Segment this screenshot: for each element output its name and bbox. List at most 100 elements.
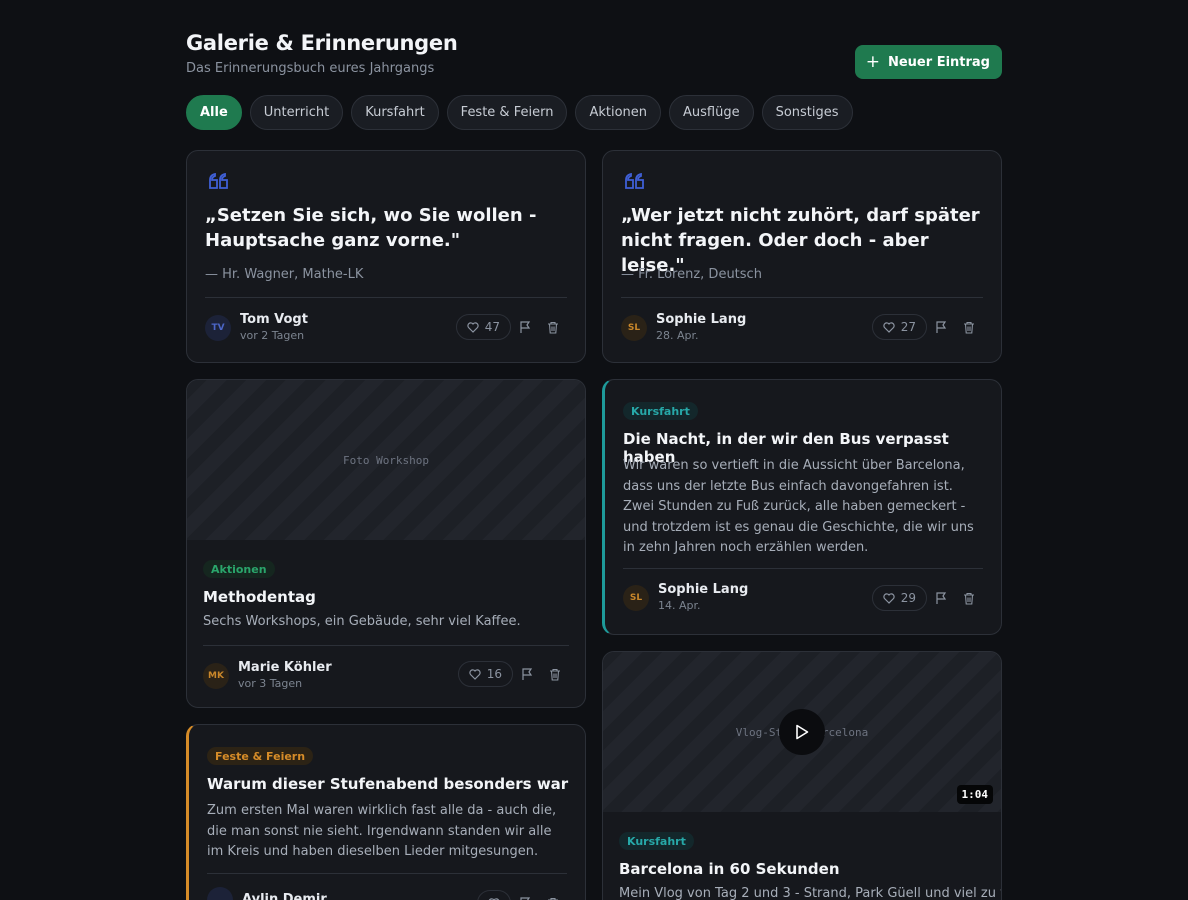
- story-card[interactable]: Kursfahrt Die Nacht, in der wir den Bus …: [602, 379, 1002, 635]
- card-actions: 47: [455, 314, 567, 340]
- like-count: 29: [900, 591, 916, 605]
- trash-icon: [550, 668, 560, 681]
- filter-chip-alle[interactable]: Alle: [186, 95, 242, 130]
- report-button[interactable]: [927, 585, 955, 611]
- post-time: vor 3 Tagen: [238, 677, 303, 690]
- plus-icon: +: [865, 51, 880, 72]
- like-count: 16: [486, 667, 502, 681]
- trash-icon: [964, 321, 974, 334]
- quote-icon: [625, 173, 644, 189]
- author: TV Tom Vogt vor 2 Tagen: [205, 312, 308, 344]
- card-body: Zum ersten Mal waren wirklich fast alle …: [207, 803, 557, 859]
- quote-text: „Setzen Sie sich, wo Sie wollen - Haupts…: [205, 205, 537, 251]
- avatar: [207, 887, 233, 900]
- like-button[interactable]: 47: [455, 314, 511, 340]
- author: MK Marie Köhler vor 3 Tagen: [203, 660, 332, 692]
- heart-icon: [883, 592, 895, 604]
- page-header: Galerie & Erinnerungen Das Erinnerungsbu…: [186, 0, 1002, 95]
- flag-icon: [522, 667, 533, 680]
- page-title: Galerie & Erinnerungen: [186, 31, 458, 55]
- author-name: Marie Köhler: [238, 660, 332, 675]
- heart-icon: [467, 321, 479, 333]
- divider: [207, 873, 567, 874]
- card-actions: 27: [871, 314, 983, 340]
- category-tag: Aktionen: [203, 560, 275, 578]
- author-name: Aylin Demir: [242, 892, 327, 900]
- report-button[interactable]: [513, 661, 541, 687]
- card-body: Sechs Workshops, ein Gebäude, sehr viel …: [203, 614, 521, 629]
- filter-chip-feste[interactable]: Feste & Feiern: [446, 95, 568, 130]
- card-body: Wir waren so vertieft in die Aussicht üb…: [623, 458, 974, 555]
- gallery-page: Galerie & Erinnerungen Das Erinnerungsbu…: [0, 0, 1188, 900]
- avatar: SL: [623, 585, 649, 611]
- avatar: MK: [203, 663, 229, 689]
- delete-button[interactable]: [539, 314, 567, 340]
- new-entry-label: Neuer Eintrag: [887, 54, 990, 70]
- quote-card: „Wer jetzt nicht zuhört, darf später nic…: [602, 150, 1002, 363]
- post-time: vor 2 Tagen: [240, 329, 305, 342]
- category-tag: Kursfahrt: [623, 402, 698, 420]
- author: SL Sophie Lang 28. Apr.: [621, 312, 746, 344]
- card-actions: 16: [457, 661, 569, 687]
- report-button[interactable]: [511, 314, 539, 340]
- divider: [203, 645, 569, 646]
- card-title: Barcelona in 60 Sekunden: [619, 860, 840, 878]
- flag-icon: [520, 320, 531, 333]
- delete-button[interactable]: [539, 890, 567, 900]
- quote-icon: [209, 173, 228, 189]
- filter-chip-kursfahrt[interactable]: Kursfahrt: [351, 95, 439, 130]
- trash-icon: [548, 897, 558, 900]
- story-card[interactable]: Feste & Feiern Warum dieser Stufenabend …: [186, 724, 586, 900]
- heart-icon: [469, 668, 481, 680]
- video-card[interactable]: Vlog-Still Barcelona 1:04 Kursfahrt Barc…: [602, 651, 1002, 900]
- like-button[interactable]: 27: [871, 314, 927, 340]
- post-time: 28. Apr.: [656, 329, 699, 342]
- page-subtitle: Das Erinnerungsbuch eures Jahrgangs: [186, 61, 435, 76]
- post-time: 14. Apr.: [658, 599, 701, 612]
- delete-button[interactable]: [541, 661, 569, 687]
- filter-chip-unterricht[interactable]: Unterricht: [249, 95, 344, 130]
- author: SL Sophie Lang 14. Apr.: [623, 582, 748, 614]
- like-button[interactable]: 16: [457, 661, 513, 687]
- like-count: 47: [484, 320, 500, 334]
- card-actions: [477, 890, 567, 900]
- divider: [623, 568, 983, 569]
- delete-button[interactable]: [955, 314, 983, 340]
- category-tag: Kursfahrt: [619, 832, 694, 850]
- filter-chip-ausfluege[interactable]: Ausflüge: [669, 95, 754, 130]
- avatar: TV: [205, 315, 231, 341]
- card-actions: 29: [871, 585, 983, 611]
- trash-icon: [548, 321, 558, 334]
- category-tag: Feste & Feiern: [207, 747, 314, 765]
- play-icon: [796, 724, 809, 740]
- flag-icon: [936, 320, 947, 333]
- card-title: Warum dieser Stufenabend besonders war: [207, 775, 569, 793]
- flag-icon: [936, 591, 947, 604]
- author-name: Sophie Lang: [656, 312, 747, 327]
- main-container: Galerie & Erinnerungen Das Erinnerungsbu…: [186, 0, 1002, 900]
- like-count: 27: [900, 320, 916, 334]
- filter-chip-sonstiges[interactable]: Sonstiges: [761, 95, 853, 130]
- author-name: Sophie Lang: [658, 582, 749, 597]
- like-button[interactable]: [477, 890, 511, 900]
- report-button[interactable]: [511, 890, 539, 900]
- card-title: Methodentag: [203, 588, 316, 606]
- divider: [205, 297, 567, 298]
- heart-icon: [883, 321, 895, 333]
- video-duration: 1:04: [956, 785, 993, 804]
- card-body: Mein Vlog von Tag 2 und 3 - Strand, Park…: [619, 886, 1002, 900]
- delete-button[interactable]: [955, 585, 983, 611]
- like-button[interactable]: 29: [871, 585, 927, 611]
- quote-card: „Setzen Sie sich, wo Sie wollen - Haupts…: [186, 150, 586, 363]
- filter-chip-aktionen[interactable]: Aktionen: [575, 95, 661, 130]
- report-button[interactable]: [927, 314, 955, 340]
- avatar: SL: [621, 315, 647, 341]
- photo-card[interactable]: Foto Workshop Aktionen Methodentag Sechs…: [186, 379, 586, 708]
- divider: [621, 297, 983, 298]
- author-name: Tom Vogt: [240, 312, 308, 327]
- new-entry-button[interactable]: + Neuer Eintrag: [854, 45, 1002, 79]
- author: Aylin Demir: [207, 887, 327, 900]
- photo-placeholder[interactable]: Foto Workshop: [187, 380, 585, 540]
- play-button[interactable]: [779, 709, 825, 755]
- flag-icon: [520, 896, 531, 900]
